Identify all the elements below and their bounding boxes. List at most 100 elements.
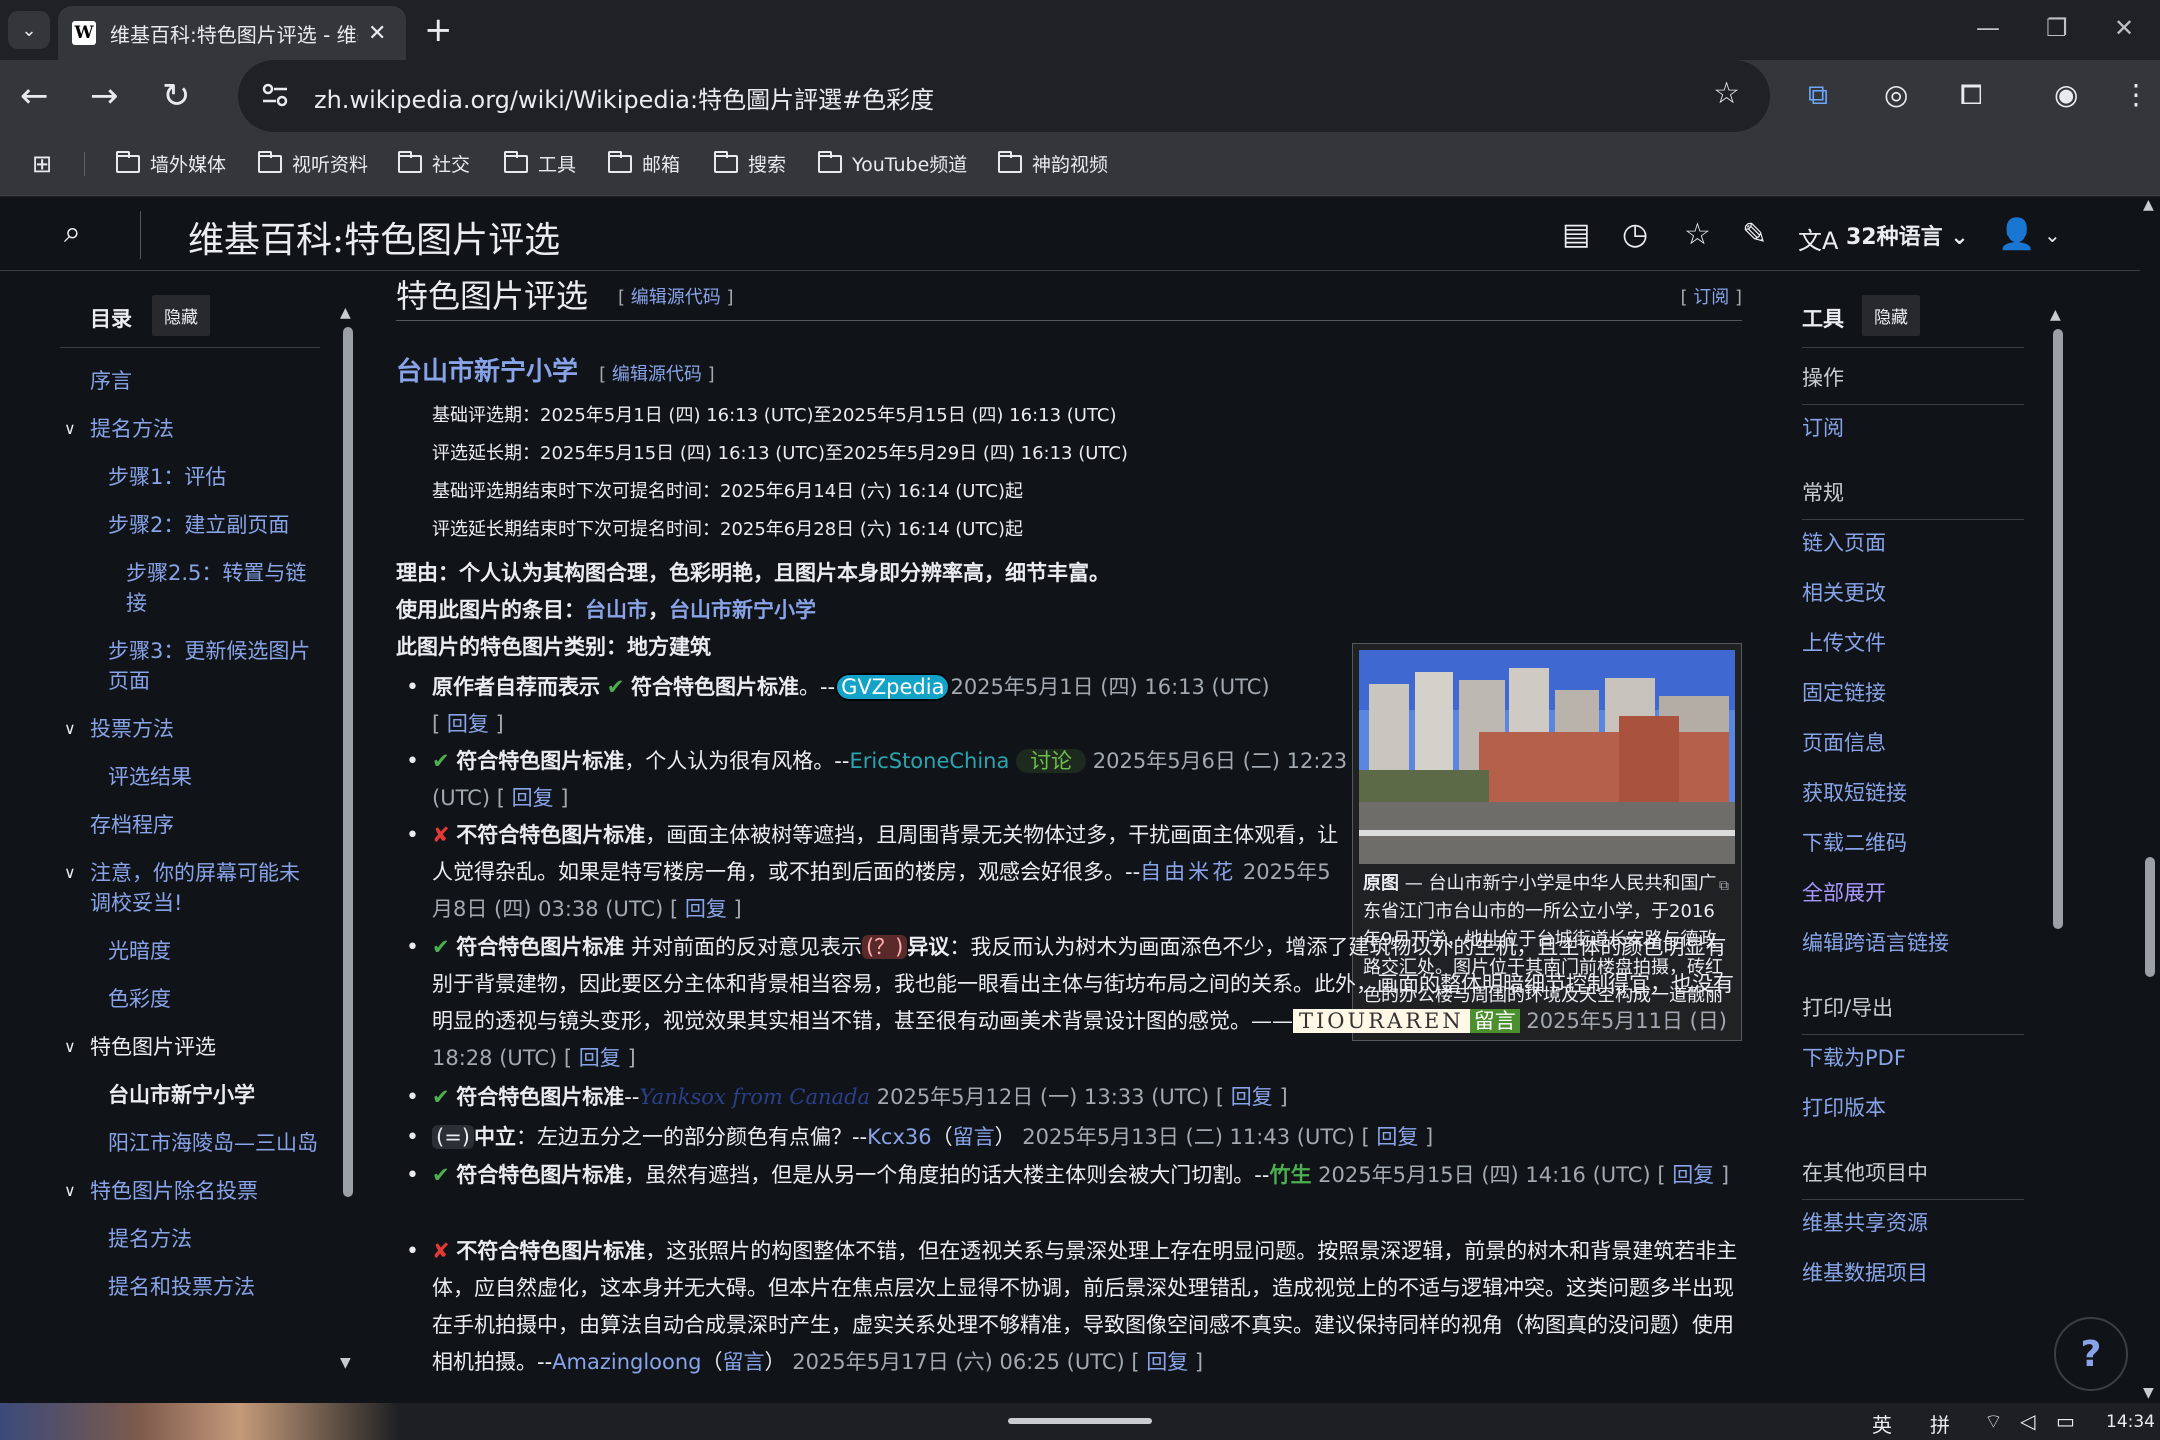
toc-item[interactable]: ∨ 注意，你的屏幕可能未调校妥当! [60,858,320,918]
close-window-icon[interactable]: ✕ [2114,14,2134,42]
bookmark-folder[interactable]: 神韵视频 [998,150,1108,177]
user-link[interactable]: EricStoneChina [849,749,1009,773]
reply-link[interactable]: 回复 [685,897,727,921]
menu-dots-icon[interactable]: ⋮ [2122,78,2150,111]
wifi-icon[interactable]: ⌔ [1984,1409,2003,1434]
profile-icon[interactable]: ◉ [2054,78,2078,111]
talk-link[interactable]: 讨论 [1016,749,1087,773]
toc-item[interactable]: ∨ 特色图片除名投票 [60,1176,320,1206]
back-icon[interactable]: ← [20,78,49,114]
scroll-down-icon[interactable]: ▼ [2143,1385,2154,1401]
toc-item[interactable]: 步骤2：建立副页面 [60,510,320,540]
scroll-up-icon[interactable]: ▲ [2050,307,2061,323]
reply-link[interactable]: 回复 [1146,1350,1188,1374]
article-link[interactable]: 台山市 [585,598,648,622]
scrollbar-thumb[interactable] [343,327,353,1197]
tools-item[interactable]: 维基数据项目 [1802,1258,2024,1288]
language-selector[interactable]: 32种语言 ⌄ [1846,219,1969,251]
reply-link[interactable]: 回复 [512,786,554,810]
subscribe-link[interactable]: [ 订阅 ] [1681,283,1743,309]
tools-item[interactable]: 维基共享资源 [1802,1208,2024,1238]
tools-item[interactable]: 订阅 [1802,413,2024,443]
chevron-down-icon[interactable]: ∨ [64,714,76,744]
tools-item[interactable]: 打印版本 [1802,1093,2024,1123]
scroll-up-icon[interactable]: ▲ [340,305,351,321]
talk-link[interactable]: 留言 [1469,1009,1520,1033]
page-scrollbar[interactable]: ▲ ▼ [2140,197,2160,1403]
reply-link[interactable]: 回复 [1376,1125,1418,1149]
enlarge-icon[interactable]: ⧉ [1719,872,1729,900]
tools-hide-button[interactable]: 隐藏 [1862,295,1920,336]
user-link[interactable]: 竹生 [1269,1163,1311,1187]
close-tab-icon[interactable]: ✕ [368,21,386,46]
toc-hide-button[interactable]: 隐藏 [152,295,210,336]
scroll-down-icon[interactable]: ▼ [340,1355,351,1371]
user-link[interactable]: Yanksox from Canada [639,1085,870,1109]
reply-link[interactable]: 回复 [447,712,489,736]
toc-item[interactable]: 台山市新宁小学 [60,1080,320,1110]
reply-link[interactable]: 回复 [579,1046,621,1070]
bookmark-folder[interactable]: YouTube频道 [818,150,967,177]
history-icon[interactable]: ◷ [1622,217,1648,252]
chevron-down-icon[interactable]: ∨ [64,858,76,888]
user-link[interactable]: Amazingloong [552,1350,701,1374]
ime-pinyin[interactable]: 拼 [1930,1409,1950,1438]
subscribe-label[interactable]: 订阅 [1693,287,1729,308]
extension-glasses-icon[interactable]: ◎ [1884,78,1908,111]
tools-item[interactable]: 编辑跨语言链接 [1802,928,2024,958]
user-link[interactable]: TIOURAREN [1293,1009,1470,1033]
bookmark-folder[interactable]: 视听资料 [258,150,368,177]
toc-item[interactable]: 提名和投票方法 [60,1272,320,1302]
site-settings-icon[interactable] [260,80,290,110]
battery-icon[interactable]: ▭ [2056,1409,2075,1433]
tools-item[interactable]: 获取短链接 [1802,778,2024,808]
extensions-puzzle-icon[interactable]: ⧠ [1960,78,1982,112]
active-tab[interactable]: W 维基百科:特色图片评选 - 维基 ✕ [58,6,406,60]
subsection-title[interactable]: 台山市新宁小学 [396,357,578,387]
bookmark-folder[interactable]: 墙外媒体 [116,150,226,177]
edit-source-link[interactable]: 编辑源代码 [631,287,721,308]
toc-item[interactable]: 步骤1：评估 [60,462,320,492]
toc-item[interactable]: 步骤3：更新候选图片页面 [60,636,320,696]
tools-scrollbar[interactable]: ▲ [2050,307,2066,1373]
edit-subsection-link[interactable]: [ 编辑源代码 ] [599,364,715,385]
apps-grid-icon[interactable]: ⊞ [32,150,52,178]
forward-icon[interactable]: → [90,78,119,114]
chevron-down-icon[interactable]: ∨ [64,1176,76,1206]
toc-item[interactable]: ∨ 提名方法 [60,414,320,444]
tools-item[interactable]: 相关更改 [1802,578,2024,608]
article-link[interactable]: 台山市新宁小学 [669,598,816,622]
school-photo[interactable] [1359,650,1735,864]
reload-icon[interactable]: ↻ [162,78,191,114]
watch-star-icon[interactable]: ☆ [1684,217,1711,252]
toc-item[interactable]: 序言 [60,366,320,396]
chevron-down-icon[interactable]: ∨ [64,1032,76,1062]
tools-item[interactable]: 全部展开 [1802,878,2024,908]
edit-pencil-icon[interactable]: ✎ [1742,217,1767,252]
tools-item[interactable]: 上传文件 [1802,628,2024,658]
talk-link[interactable]: 留言 [953,1125,995,1149]
talk-link[interactable]: 留言 [723,1350,765,1374]
taskbar-handle[interactable] [1008,1418,1152,1424]
bookmark-folder[interactable]: 邮箱 [608,150,680,177]
edit-section-link[interactable]: [ 编辑源代码 ] [618,283,734,309]
tab-search-button[interactable]: ⌄ [8,11,50,49]
chevron-down-icon[interactable]: ⌄ [2044,223,2061,247]
minimize-icon[interactable]: — [1976,14,2000,42]
scrollbar-thumb[interactable] [2145,857,2155,977]
chevron-down-icon[interactable]: ∨ [64,414,76,444]
ime-english[interactable]: 英 [1872,1409,1892,1438]
toc-item[interactable]: 提名方法 [60,1224,320,1254]
user-link[interactable]: Kcx36 [867,1125,931,1149]
address-bar[interactable]: zh.wikipedia.org/wiki/Wikipedia:特色圖片評選#色… [238,60,1770,132]
toc-item[interactable]: 阳江市海陵岛—三山岛 [60,1128,320,1158]
toc-scrollbar[interactable]: ▲ ▼ [340,305,356,1371]
user-link[interactable]: GVZpedia [835,673,951,701]
reply-link[interactable]: 回复 [1672,1163,1714,1187]
toc-item[interactable]: 步骤2.5：转置与链接 [60,558,320,618]
scrollbar-thumb[interactable] [2053,329,2063,929]
toc-item[interactable]: ∨ 投票方法 [60,714,320,744]
new-tab-button[interactable]: + [424,12,453,48]
volume-icon[interactable]: ◁ [2020,1409,2035,1433]
translate-icon[interactable]: ⧉ [1808,78,1828,112]
